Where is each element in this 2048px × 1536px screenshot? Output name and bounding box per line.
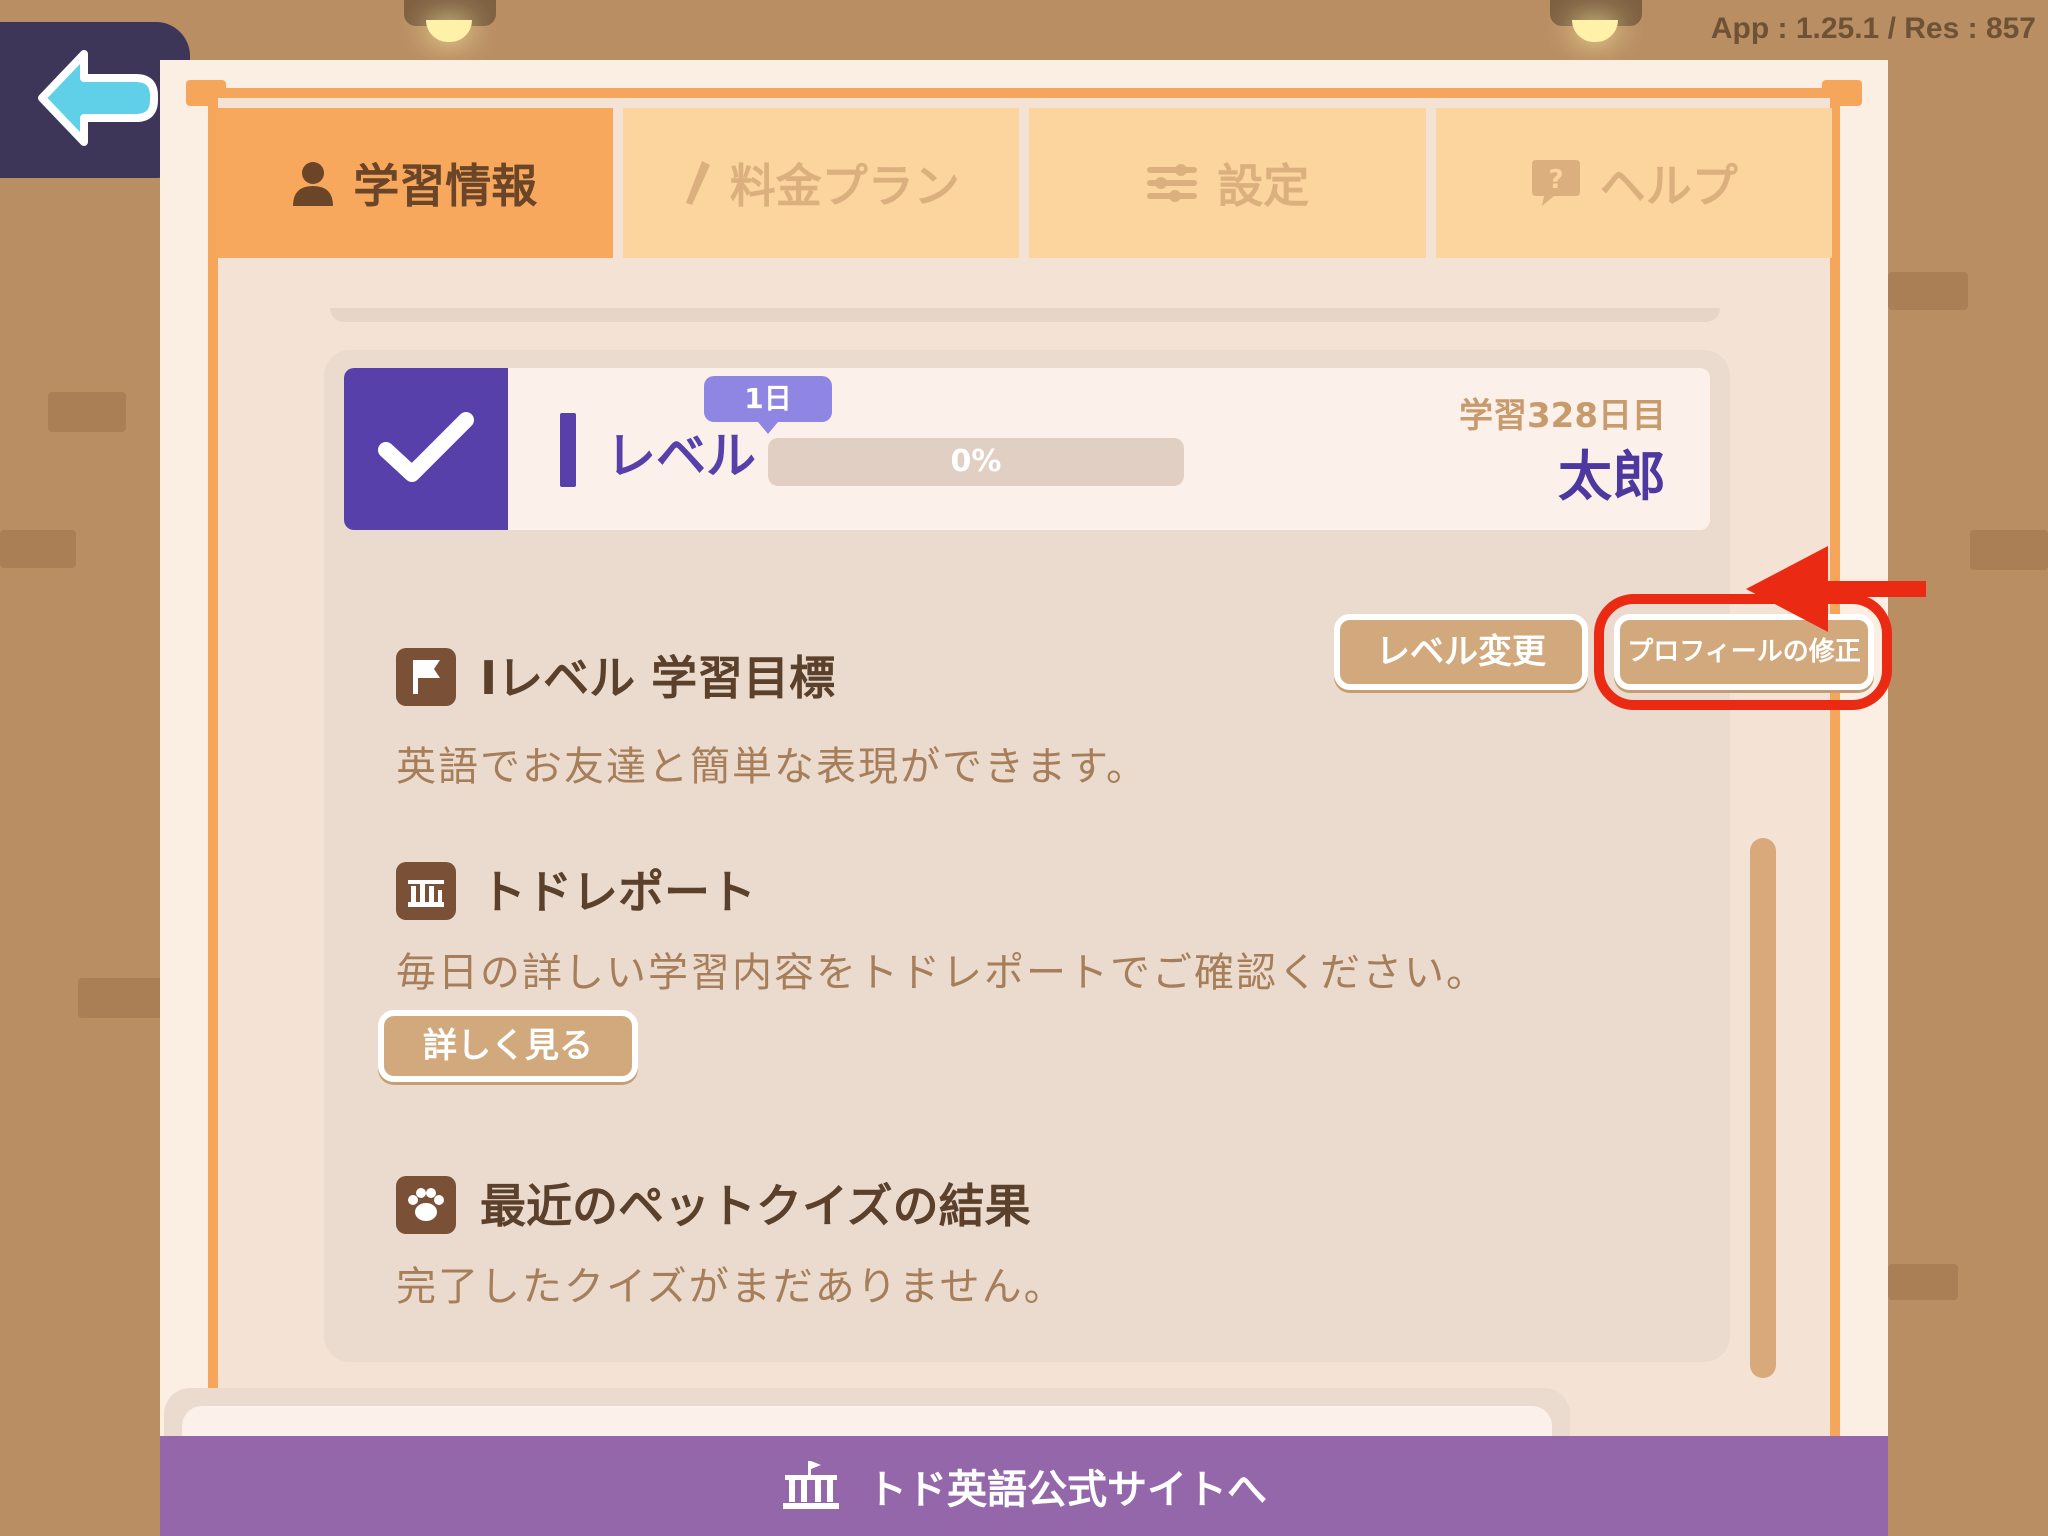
report-text: 毎日の詳しい学習内容をトドレポートでご確認ください。: [396, 950, 1488, 996]
flag-icon: [396, 648, 456, 706]
wall-brick: [48, 392, 126, 432]
report-title: トドレポート: [480, 865, 756, 919]
version-text: App : 1.25.1 / Res : 857: [1710, 12, 2036, 45]
wall-brick: [1970, 530, 2048, 570]
tab-label: ヘルプ: [1599, 159, 1738, 213]
scrollbar[interactable]: [1750, 838, 1776, 1378]
svg-text:?: ?: [1548, 165, 1563, 195]
level-change-button[interactable]: レベル変更: [1334, 614, 1588, 690]
tab-bar: 学習情報 料金プラン 設定 ? ヘルプ: [216, 108, 1832, 258]
main-panel: 学習情報 料金プラン 設定 ? ヘルプ レベル 1日 0% 学習328日目 太郎…: [160, 60, 1892, 1536]
level-label: レベル: [606, 427, 756, 485]
level-indicator-stripe: [560, 413, 576, 487]
previous-card-edge: [330, 308, 1720, 322]
checkmark-icon: [378, 412, 474, 482]
sliders-icon: [1147, 164, 1198, 202]
tab-label: 学習情報: [353, 159, 538, 213]
lamp-bulb: [426, 20, 472, 42]
tab-label: 設定: [1217, 159, 1310, 213]
lamp-bulb: [1572, 20, 1618, 42]
study-info-card: レベル 1日 0% 学習328日目 太郎 レベル変更 プロフィールの修正 Iレベ…: [324, 350, 1892, 1362]
building-icon: [783, 1461, 839, 1509]
tab-help[interactable]: ? ヘルプ: [1435, 108, 1832, 258]
wall-brick: [1888, 1264, 1958, 1300]
footer-label: トド英語公式サイトへ: [867, 1467, 1267, 1513]
wall-brick: [78, 978, 164, 1018]
view-details-button[interactable]: 詳しく見る: [378, 1010, 638, 1082]
tab-pricing-plan[interactable]: 料金プラン: [622, 108, 1019, 258]
quiz-text: 完了したクイズがまだありません。: [396, 1264, 1066, 1310]
pencil-icon: [685, 161, 710, 205]
tab-settings[interactable]: 設定: [1029, 108, 1426, 258]
official-site-link[interactable]: トド英語公式サイトへ: [160, 1436, 1888, 1536]
quiz-title: 最近のペットクイズの結果: [480, 1179, 1031, 1233]
user-name: 太郎: [1558, 445, 1666, 508]
tab-study-info[interactable]: 学習情報: [216, 108, 613, 258]
help-bubble-icon: ?: [1531, 160, 1580, 206]
study-days-count: 学習328日目: [1459, 396, 1666, 436]
day-badge: 1日: [704, 376, 832, 434]
progress-text: 0%: [950, 444, 1002, 479]
person-icon: [293, 162, 334, 206]
back-arrow-icon: [38, 50, 158, 146]
wall-brick: [0, 530, 76, 568]
annotation-arrow-icon: [1746, 546, 1926, 632]
goal-text: 英語でお友達と簡単な表現ができます。: [396, 744, 1148, 790]
paw-icon: [396, 1176, 456, 1234]
tab-label: 料金プラン: [729, 159, 960, 213]
report-chart-icon: [396, 862, 456, 920]
level-progress-bar: 0%: [768, 438, 1184, 486]
check-badge: [344, 368, 508, 530]
wall-brick: [1888, 272, 1968, 310]
goal-title: Iレベル 学習目標: [480, 651, 836, 705]
level-header: レベル 1日 0% 学習328日目 太郎: [344, 368, 1710, 530]
